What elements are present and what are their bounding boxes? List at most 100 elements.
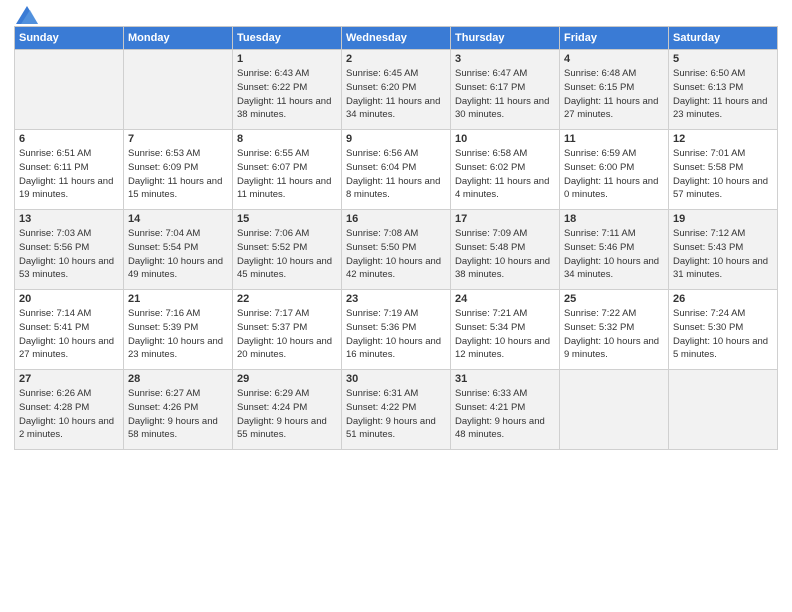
calendar-cell xyxy=(560,370,669,450)
weekday-header: Monday xyxy=(124,27,233,50)
day-number: 25 xyxy=(564,293,664,305)
week-row: 27 Sunrise: 6:26 AMSunset: 4:28 PMDayligh… xyxy=(15,370,778,450)
weekday-header: Sunday xyxy=(15,27,124,50)
day-number: 6 xyxy=(19,133,119,145)
calendar-cell xyxy=(669,370,778,450)
day-info: Sunrise: 7:06 AMSunset: 5:52 PMDaylight:… xyxy=(237,227,337,282)
calendar-table: SundayMondayTuesdayWednesdayThursdayFrid… xyxy=(14,26,778,450)
weekday-header: Wednesday xyxy=(342,27,451,50)
calendar-cell: 31 Sunrise: 6:33 AMSunset: 4:21 PMDayligh… xyxy=(451,370,560,450)
day-number: 23 xyxy=(346,293,446,305)
day-number: 10 xyxy=(455,133,555,145)
day-info: Sunrise: 7:22 AMSunset: 5:32 PMDaylight:… xyxy=(564,307,664,362)
day-info: Sunrise: 6:59 AMSunset: 6:00 PMDaylight:… xyxy=(564,147,664,202)
day-info: Sunrise: 6:33 AMSunset: 4:21 PMDaylight:… xyxy=(455,387,555,442)
day-number: 19 xyxy=(673,213,773,225)
week-row: 20 Sunrise: 7:14 AMSunset: 5:41 PMDayligh… xyxy=(15,290,778,370)
week-row: 13 Sunrise: 7:03 AMSunset: 5:56 PMDayligh… xyxy=(15,210,778,290)
day-number: 8 xyxy=(237,133,337,145)
calendar-cell: 16Sunrise: 7:08 AMSunset: 5:50 PMDayligh… xyxy=(342,210,451,290)
day-info: Sunrise: 7:11 AMSunset: 5:46 PMDaylight:… xyxy=(564,227,664,282)
calendar-cell: 27 Sunrise: 6:26 AMSunset: 4:28 PMDayligh… xyxy=(15,370,124,450)
calendar-cell: 12 Sunrise: 7:01 AMSunset: 5:58 PMDayligh… xyxy=(669,130,778,210)
day-info: Sunrise: 7:14 AMSunset: 5:41 PMDaylight:… xyxy=(19,307,119,362)
day-info: Sunrise: 6:45 AMSunset: 6:20 PMDaylight:… xyxy=(346,67,446,122)
weekday-header: Saturday xyxy=(669,27,778,50)
calendar-cell: 9Sunrise: 6:56 AMSunset: 6:04 PMDaylight… xyxy=(342,130,451,210)
day-number: 14 xyxy=(128,213,228,225)
day-number: 18 xyxy=(564,213,664,225)
day-info: Sunrise: 7:12 AMSunset: 5:43 PMDaylight:… xyxy=(673,227,773,282)
day-number: 1 xyxy=(237,53,337,65)
header-row: SundayMondayTuesdayWednesdayThursdayFrid… xyxy=(15,27,778,50)
day-number: 2 xyxy=(346,53,446,65)
calendar-cell: 23Sunrise: 7:19 AMSunset: 5:36 PMDayligh… xyxy=(342,290,451,370)
day-number: 26 xyxy=(673,293,773,305)
calendar-cell: 18 Sunrise: 7:11 AMSunset: 5:46 PMDayligh… xyxy=(560,210,669,290)
day-info: Sunrise: 7:01 AMSunset: 5:58 PMDaylight:… xyxy=(673,147,773,202)
day-number: 20 xyxy=(19,293,119,305)
day-info: Sunrise: 6:48 AMSunset: 6:15 PMDaylight:… xyxy=(564,67,664,122)
day-number: 31 xyxy=(455,373,555,385)
calendar-cell xyxy=(124,50,233,130)
day-number: 22 xyxy=(237,293,337,305)
day-info: Sunrise: 6:53 AMSunset: 6:09 PMDaylight:… xyxy=(128,147,228,202)
day-number: 17 xyxy=(455,213,555,225)
day-number: 21 xyxy=(128,293,228,305)
day-info: Sunrise: 6:55 AMSunset: 6:07 PMDaylight:… xyxy=(237,147,337,202)
day-info: Sunrise: 7:04 AMSunset: 5:54 PMDaylight:… xyxy=(128,227,228,282)
calendar-cell: 21Sunrise: 7:16 AMSunset: 5:39 PMDayligh… xyxy=(124,290,233,370)
weekday-header: Thursday xyxy=(451,27,560,50)
calendar-cell: 24 Sunrise: 7:21 AMSunset: 5:34 PMDayligh… xyxy=(451,290,560,370)
week-row: 6 Sunrise: 6:51 AMSunset: 6:11 PMDaylight… xyxy=(15,130,778,210)
day-number: 7 xyxy=(128,133,228,145)
day-info: Sunrise: 6:50 AMSunset: 6:13 PMDaylight:… xyxy=(673,67,773,122)
day-number: 3 xyxy=(455,53,555,65)
calendar-cell: 2 Sunrise: 6:45 AMSunset: 6:20 PMDaylight… xyxy=(342,50,451,130)
day-info: Sunrise: 6:47 AMSunset: 6:17 PMDaylight:… xyxy=(455,67,555,122)
calendar-cell: 29 Sunrise: 6:29 AMSunset: 4:24 PMDayligh… xyxy=(233,370,342,450)
weekday-header: Friday xyxy=(560,27,669,50)
day-info: Sunrise: 6:51 AMSunset: 6:11 PMDaylight:… xyxy=(19,147,119,202)
calendar-cell: 11 Sunrise: 6:59 AMSunset: 6:00 PMDayligh… xyxy=(560,130,669,210)
calendar-cell: 30Sunrise: 6:31 AMSunset: 4:22 PMDayligh… xyxy=(342,370,451,450)
day-number: 24 xyxy=(455,293,555,305)
day-info: Sunrise: 7:09 AMSunset: 5:48 PMDaylight:… xyxy=(455,227,555,282)
day-info: Sunrise: 7:17 AMSunset: 5:37 PMDaylight:… xyxy=(237,307,337,362)
day-number: 4 xyxy=(564,53,664,65)
calendar-cell: 20 Sunrise: 7:14 AMSunset: 5:41 PMDayligh… xyxy=(15,290,124,370)
day-info: Sunrise: 6:27 AMSunset: 4:26 PMDaylight:… xyxy=(128,387,228,442)
day-number: 12 xyxy=(673,133,773,145)
calendar-cell: 22 Sunrise: 7:17 AMSunset: 5:37 PMDayligh… xyxy=(233,290,342,370)
calendar-cell: 5 Sunrise: 6:50 AMSunset: 6:13 PMDaylight… xyxy=(669,50,778,130)
calendar-cell: 4 Sunrise: 6:48 AMSunset: 6:15 PMDaylight… xyxy=(560,50,669,130)
calendar-cell: 3 Sunrise: 6:47 AMSunset: 6:17 PMDaylight… xyxy=(451,50,560,130)
day-info: Sunrise: 6:29 AMSunset: 4:24 PMDaylight:… xyxy=(237,387,337,442)
calendar-cell: 1 Sunrise: 6:43 AMSunset: 6:22 PMDaylight… xyxy=(233,50,342,130)
day-info: Sunrise: 7:21 AMSunset: 5:34 PMDaylight:… xyxy=(455,307,555,362)
logo xyxy=(14,10,38,20)
day-info: Sunrise: 6:43 AMSunset: 6:22 PMDaylight:… xyxy=(237,67,337,122)
day-number: 15 xyxy=(237,213,337,225)
day-info: Sunrise: 7:24 AMSunset: 5:30 PMDaylight:… xyxy=(673,307,773,362)
calendar-cell: 28Sunrise: 6:27 AMSunset: 4:26 PMDayligh… xyxy=(124,370,233,450)
calendar-cell: 8 Sunrise: 6:55 AMSunset: 6:07 PMDaylight… xyxy=(233,130,342,210)
day-info: Sunrise: 7:08 AMSunset: 5:50 PMDaylight:… xyxy=(346,227,446,282)
weekday-header: Tuesday xyxy=(233,27,342,50)
header xyxy=(14,10,778,20)
calendar-cell xyxy=(15,50,124,130)
day-number: 11 xyxy=(564,133,664,145)
day-number: 29 xyxy=(237,373,337,385)
day-number: 13 xyxy=(19,213,119,225)
day-info: Sunrise: 6:26 AMSunset: 4:28 PMDaylight:… xyxy=(19,387,119,442)
day-number: 27 xyxy=(19,373,119,385)
calendar-cell: 13 Sunrise: 7:03 AMSunset: 5:56 PMDayligh… xyxy=(15,210,124,290)
day-number: 5 xyxy=(673,53,773,65)
calendar-cell: 17 Sunrise: 7:09 AMSunset: 5:48 PMDayligh… xyxy=(451,210,560,290)
calendar-cell: 6 Sunrise: 6:51 AMSunset: 6:11 PMDaylight… xyxy=(15,130,124,210)
logo-icon xyxy=(16,6,38,24)
day-info: Sunrise: 6:31 AMSunset: 4:22 PMDaylight:… xyxy=(346,387,446,442)
calendar-cell: 15 Sunrise: 7:06 AMSunset: 5:52 PMDayligh… xyxy=(233,210,342,290)
calendar-cell: 7 Sunrise: 6:53 AMSunset: 6:09 PMDaylight… xyxy=(124,130,233,210)
day-info: Sunrise: 7:03 AMSunset: 5:56 PMDaylight:… xyxy=(19,227,119,282)
